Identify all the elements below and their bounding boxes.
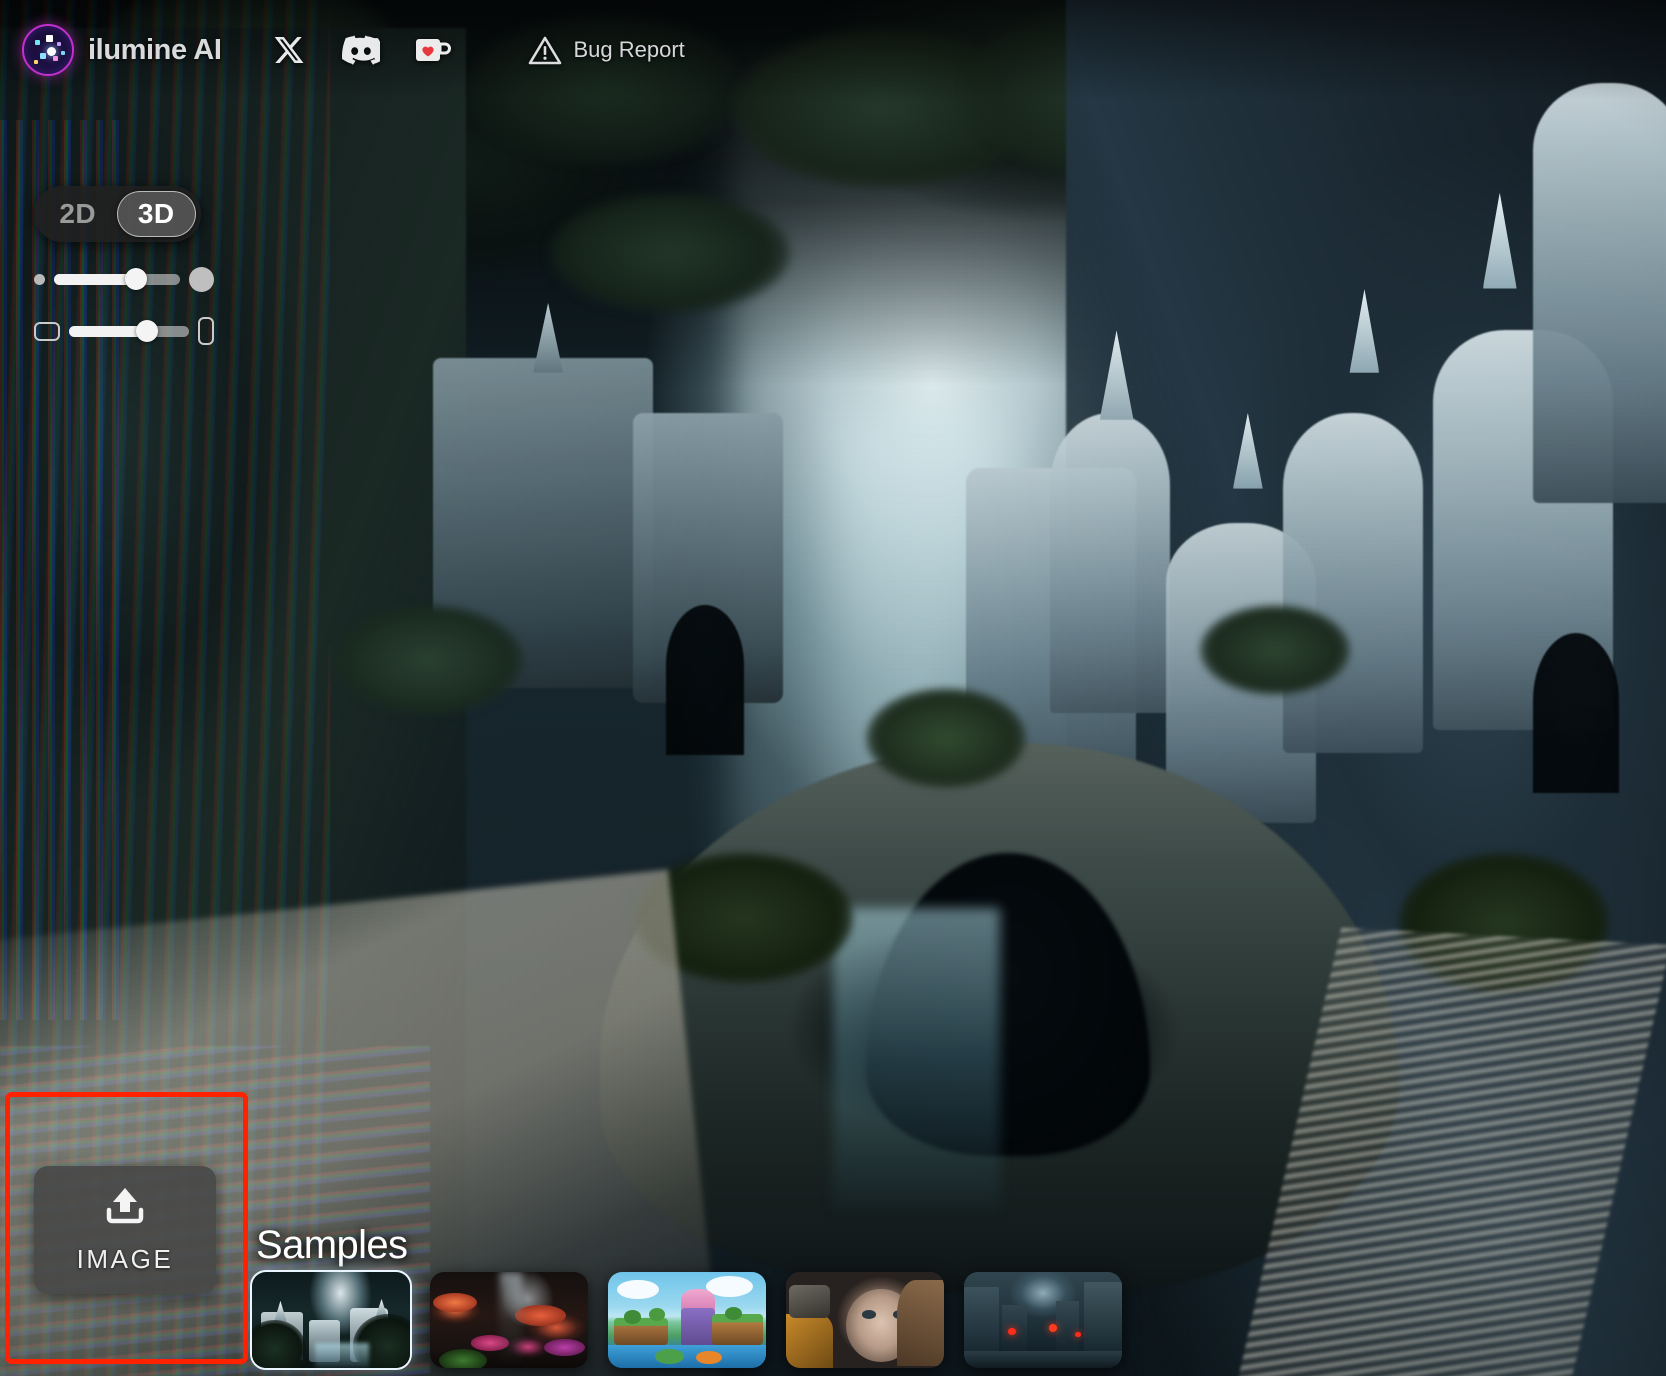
scene-viewport[interactable] [0,0,1666,1376]
brand-logo-link[interactable]: ilumine AI [22,24,222,76]
dimension-toggle[interactable]: 2D 3D [34,186,201,242]
small-circle-icon [34,273,45,285]
sample-girl-portrait[interactable] [786,1272,944,1368]
sample-thumbnail [252,1272,410,1368]
upload-image-button[interactable]: IMAGE [34,1166,216,1294]
depth-scale-slider-fill [54,273,136,285]
sample-dystopian-city[interactable] [964,1272,1122,1368]
buy-me-a-coffee-icon[interactable] [410,27,456,73]
depth-scale-slider[interactable] [34,264,214,294]
bug-report-label: Bug Report [573,37,685,62]
scene-building [1049,412,1170,713]
discord-icon[interactable] [338,27,384,73]
sample-voxel-island[interactable] [608,1272,766,1368]
scene-arch [666,605,745,756]
samples-panel: Samples [250,1223,1122,1370]
samples-title: Samples [256,1223,408,1267]
scene-building [1282,412,1423,753]
top-bar: ilumine AI Bug Report [0,0,1666,100]
toggle-option-2d[interactable]: 2D [39,191,117,237]
sample-thumbnail [786,1272,944,1368]
x-twitter-icon[interactable] [266,27,312,73]
sample-thumbnail [608,1272,766,1368]
upload-image-label: IMAGE [76,1244,174,1274]
scene-foliage [333,605,524,716]
scene-controls: 2D 3D [34,186,214,346]
depth-scale-slider-track[interactable] [54,268,180,290]
aspect-ratio-slider-track[interactable] [69,320,189,342]
scene-building [1532,82,1666,503]
app-root: ilumine AI Bug Report 2D 3D IMAGE Sample… [0,0,1666,1376]
sample-thumbnail [964,1272,1122,1368]
samples-row [250,1270,1122,1370]
social-links [266,27,456,73]
scene-arch [1532,632,1619,793]
tall-rectangle-icon [198,317,214,345]
toggle-option-3d[interactable]: 3D [116,191,196,237]
warning-triangle-icon [528,35,562,66]
upload-icon [101,1185,149,1232]
depth-scale-slider-thumb[interactable] [124,268,147,290]
bug-report-button[interactable]: Bug Report [528,35,685,66]
scene-canopy [549,192,790,313]
wide-rectangle-icon [34,321,60,341]
brand-name: ilumine AI [88,33,222,66]
large-circle-icon [189,266,214,292]
scene-foliage [1199,605,1350,696]
sample-fantasy-ruins[interactable] [250,1270,412,1370]
scene-water [833,908,1000,1211]
scene-foliage [866,688,1027,788]
sample-mushroom-forest[interactable] [430,1272,588,1368]
generated-scene [0,0,1666,1376]
sample-thumbnail [430,1272,588,1368]
aspect-ratio-slider-thumb[interactable] [136,320,158,342]
aspect-ratio-slider[interactable] [34,316,214,346]
ilumine-orb-logo-icon [22,24,74,76]
